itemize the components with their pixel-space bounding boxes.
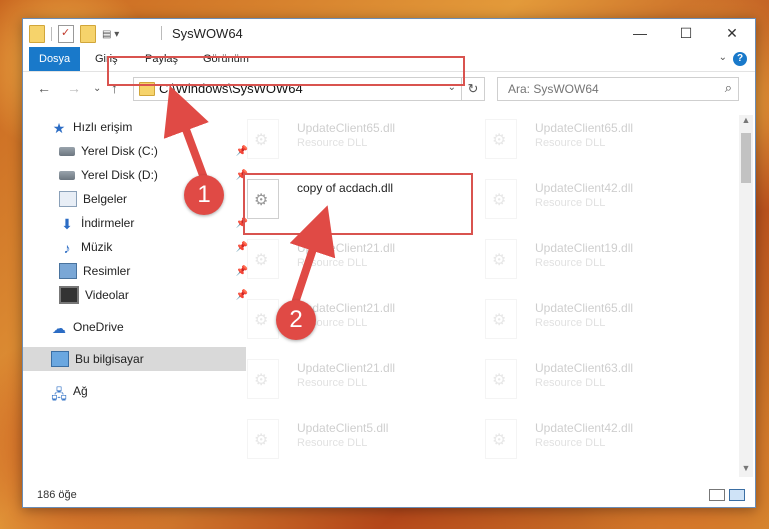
sidebar-item-quick-access[interactable]: ★ Hızlı erişim [23,115,246,139]
item-count: 186 öğe [37,489,77,501]
dll-file-icon [485,359,517,399]
maximize-button[interactable]: ☐ [663,19,709,47]
ribbon-expand-icon[interactable]: ⌄ [719,52,727,63]
sidebar-item-videos[interactable]: Videolar 📌 [23,283,254,307]
search-input[interactable] [506,81,710,97]
explorer-window: ▤ ▾ SysWOW64 — ☐ ✕ Dosya Giriş Paylaş Gö… [22,18,756,508]
file-item[interactable]: UpdateClient5.dll Resource DLL [247,417,477,465]
file-item[interactable]: UpdateClient19.dll Resource DLL [485,237,715,285]
step-badge-2: 2 [276,300,316,340]
sidebar-item-this-pc[interactable]: Bu bilgisayar [23,347,246,371]
file-item[interactable]: UpdateClient65.dll Resource DLL [247,117,477,165]
dll-file-icon [247,359,279,399]
dll-file-icon [247,119,279,159]
sidebar-item-pictures[interactable]: Resimler 📌 [23,259,254,283]
dll-file-icon [485,419,517,459]
help-icon[interactable]: ? [733,52,747,66]
file-list: UpdateClient65.dll Resource DLL UpdateCl… [223,115,733,477]
back-icon[interactable]: ← [37,80,51,96]
pictures-icon [59,263,77,279]
cloud-icon: ☁ [52,320,66,336]
window-title: SysWOW64 [172,26,243,41]
title-bar: ▤ ▾ SysWOW64 — ☐ ✕ [23,19,755,47]
sidebar-item-music[interactable]: ♪ Müzik 📌 [23,235,254,259]
new-folder-icon[interactable] [80,25,96,43]
search-box[interactable]: ⌕ [497,77,739,101]
download-icon: ⬇ [61,216,73,232]
navigation-pane: ★ Hızlı erişim Yerel Disk (C:) 📌 Yerel D… [23,115,248,475]
recent-locations-icon[interactable]: ⌄ [93,83,101,94]
file-item[interactable]: UpdateClient42.dll Resource DLL [485,417,715,465]
step-badge-1: 1 [184,175,224,215]
videos-icon [59,286,79,304]
folder-icon[interactable] [29,25,45,43]
file-item[interactable]: UpdateClient63.dll Resource DLL [485,357,715,405]
scroll-down-icon[interactable]: ▼ [739,463,753,477]
address-highlight-box [107,56,465,86]
file-item[interactable]: UpdateClient42.dll Resource DLL [485,177,715,225]
file-item[interactable]: UpdateClient21.dll Resource DLL [247,357,477,405]
file-highlight-box [243,173,473,235]
close-button[interactable]: ✕ [709,19,755,47]
file-item[interactable]: UpdateClient65.dll Resource DLL [485,297,715,345]
dll-file-icon [247,239,279,279]
forward-icon[interactable]: → [67,80,81,96]
tab-file[interactable]: Dosya [29,47,81,71]
disk-icon [59,170,75,180]
dll-file-icon [485,179,517,219]
documents-icon [59,191,77,207]
disk-icon [59,146,75,156]
minimize-button[interactable]: — [617,19,663,47]
properties-icon[interactable] [58,25,74,43]
network-icon: 🖧 [51,386,67,402]
sidebar-item-network[interactable]: 🖧 Ağ [23,379,246,403]
dll-file-icon [485,239,517,279]
dll-file-icon [485,119,517,159]
search-icon[interactable]: ⌕ [725,80,732,96]
file-item[interactable]: UpdateClient65.dll Resource DLL [485,117,715,165]
sidebar-item-onedrive[interactable]: ☁ OneDrive [23,315,246,339]
dll-file-icon [247,419,279,459]
sidebar-item-disk-c[interactable]: Yerel Disk (C:) 📌 [23,139,254,163]
scroll-up-icon[interactable]: ▲ [739,115,753,129]
computer-icon [51,351,69,367]
large-icons-view-icon[interactable] [729,489,745,501]
customize-qat-icon[interactable]: ▤ ▾ [102,29,119,40]
details-view-icon[interactable] [709,489,725,501]
dll-file-icon [485,299,517,339]
file-item[interactable]: UpdateClient21.dll Resource DLL [247,237,477,285]
status-bar: 186 öğe [23,481,755,507]
vertical-scrollbar[interactable]: ▲ ▼ [739,115,753,477]
scroll-thumb[interactable] [741,133,751,183]
quick-access-toolbar: ▤ ▾ [29,25,119,43]
music-icon: ♪ [63,240,71,256]
star-icon: ★ [52,120,66,136]
dll-file-icon [247,299,279,339]
sidebar-item-downloads[interactable]: ⬇ İndirmeler 📌 [23,211,254,235]
